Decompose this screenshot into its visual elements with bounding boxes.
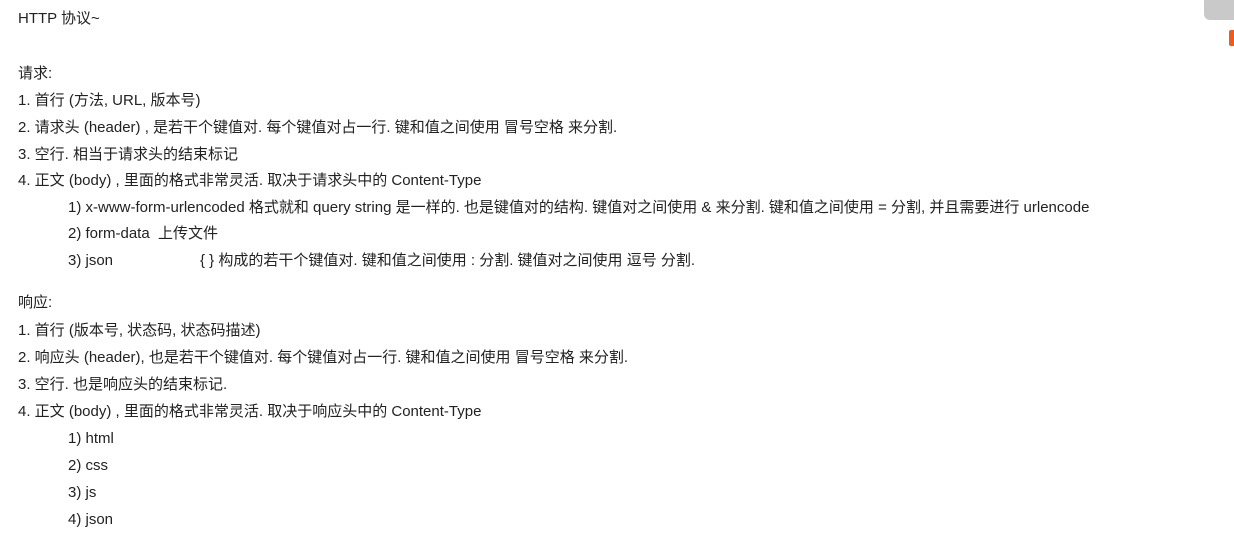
request-item: 3. 空行. 相当于请求头的结束标记 xyxy=(18,146,239,163)
response-body-type: 2) css xyxy=(68,457,109,474)
response-item: 3. 空行. 也是响应头的结束标记. xyxy=(18,376,228,393)
response-heading: 响应: xyxy=(18,294,53,311)
request-heading: 请求: xyxy=(18,65,53,82)
response-item: 1. 首行 (版本号, 状态码, 状态码描述) xyxy=(18,322,261,339)
response-body-type: 4) json xyxy=(68,511,114,528)
response-item: 2. 响应头 (header), 也是若干个键值对. 每个键值对占一行. 键和值… xyxy=(18,349,629,366)
request-item: 1. 首行 (方法, URL, 版本号) xyxy=(18,92,201,109)
request-item: 2. 请求头 (header) , 是若干个键值对. 每个键值对占一行. 键和值… xyxy=(18,119,618,136)
request-body-type-desc: { } 构成的若干个键值对. 键和值之间使用 : 分割. 键值对之间使用 逗号 … xyxy=(200,252,696,269)
request-body-type: 1) x-www-form-urlencoded 格式就和 query stri… xyxy=(68,199,1090,216)
response-item: 4. 正文 (body) , 里面的格式非常灵活. 取决于响应头中的 Conte… xyxy=(18,403,482,420)
side-tab-marker xyxy=(1229,30,1234,46)
request-body-type: 3) json xyxy=(68,252,114,269)
response-body-type: 3) js xyxy=(68,484,97,501)
response-body-type: 1) html xyxy=(68,430,114,447)
request-body-type: 2) form-data 上传文件 xyxy=(68,225,219,242)
webcam-overlay xyxy=(1204,0,1234,20)
request-item: 4. 正文 (body) , 里面的格式非常灵活. 取决于请求头中的 Conte… xyxy=(18,172,482,189)
doc-title: HTTP 协议~ xyxy=(18,10,100,27)
